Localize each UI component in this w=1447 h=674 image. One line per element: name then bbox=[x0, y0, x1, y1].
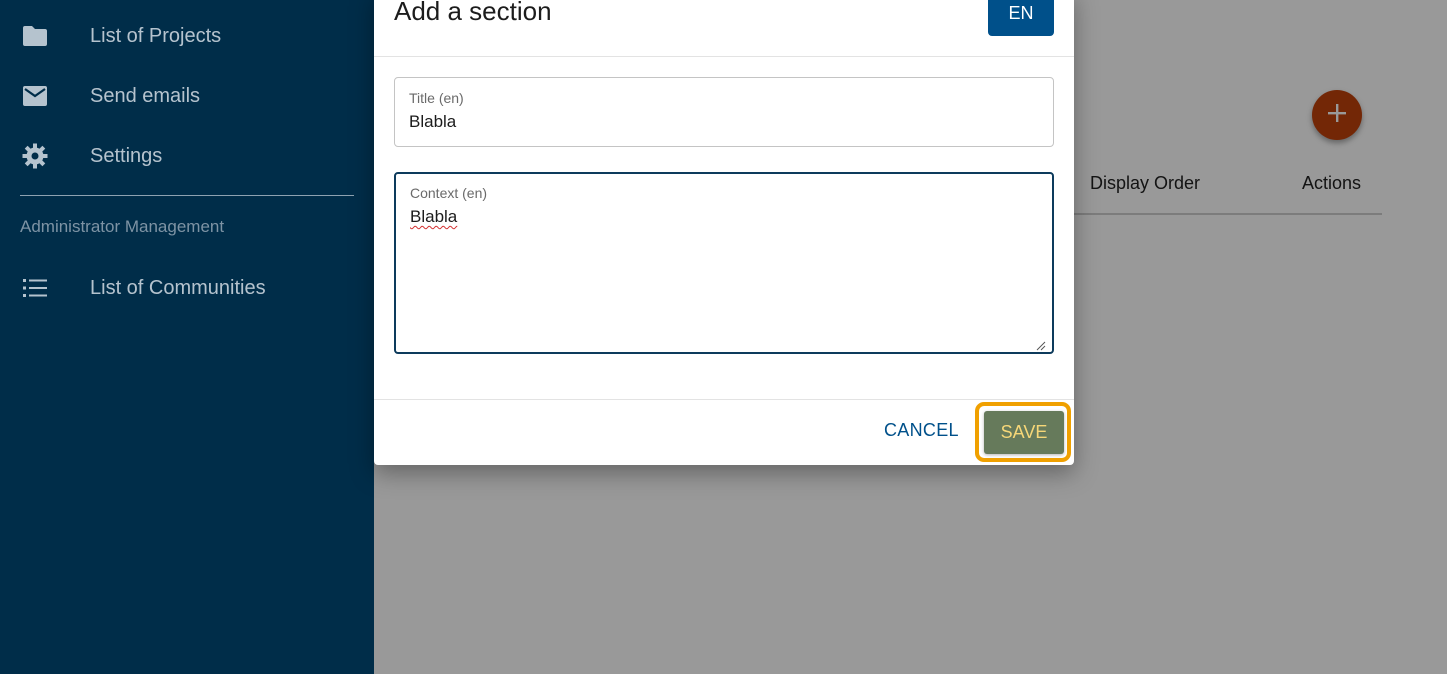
sidebar-item-list-of-projects[interactable]: List of Projects bbox=[0, 16, 374, 56]
title-field-label: Title (en) bbox=[409, 90, 464, 106]
language-button[interactable]: EN bbox=[988, 0, 1054, 36]
sidebar-section-label: Administrator Management bbox=[20, 217, 225, 236]
sidebar-item-list-of-communities[interactable]: List of Communities bbox=[0, 268, 374, 308]
sidebar: List of Projects Send emails Settings Ad… bbox=[0, 0, 374, 674]
context-field-label: Context (en) bbox=[410, 185, 488, 201]
list-icon bbox=[20, 273, 50, 303]
resize-handle-icon[interactable] bbox=[1036, 338, 1046, 351]
sidebar-item-label: Send emails bbox=[90, 84, 201, 107]
mail-icon bbox=[20, 81, 50, 111]
sidebar-item-settings[interactable]: Settings bbox=[0, 136, 374, 176]
dialog-footer: CANCEL SAVE bbox=[374, 399, 1074, 466]
cancel-button[interactable]: CANCEL bbox=[884, 420, 959, 441]
add-section-dialog: Add a section EN Title (en) Blabla Conte… bbox=[374, 0, 1074, 465]
sidebar-divider bbox=[20, 195, 354, 196]
folder-icon bbox=[20, 21, 50, 51]
save-button[interactable]: SAVE bbox=[984, 411, 1064, 454]
dialog-title: Add a section bbox=[394, 0, 552, 26]
gear-icon bbox=[20, 141, 50, 171]
context-field-value[interactable]: Blabla bbox=[410, 207, 457, 227]
title-field[interactable]: Title (en) Blabla bbox=[394, 77, 1054, 147]
sidebar-item-send-emails[interactable]: Send emails bbox=[0, 76, 374, 116]
sidebar-item-label: Settings bbox=[90, 144, 163, 167]
dialog-header: Add a section EN bbox=[374, 0, 1074, 57]
context-textarea[interactable]: Context (en) Blabla bbox=[394, 172, 1054, 354]
sidebar-item-label: List of Communities bbox=[90, 276, 266, 299]
sidebar-item-label: List of Projects bbox=[90, 24, 222, 47]
title-field-value[interactable]: Blabla bbox=[409, 112, 456, 132]
